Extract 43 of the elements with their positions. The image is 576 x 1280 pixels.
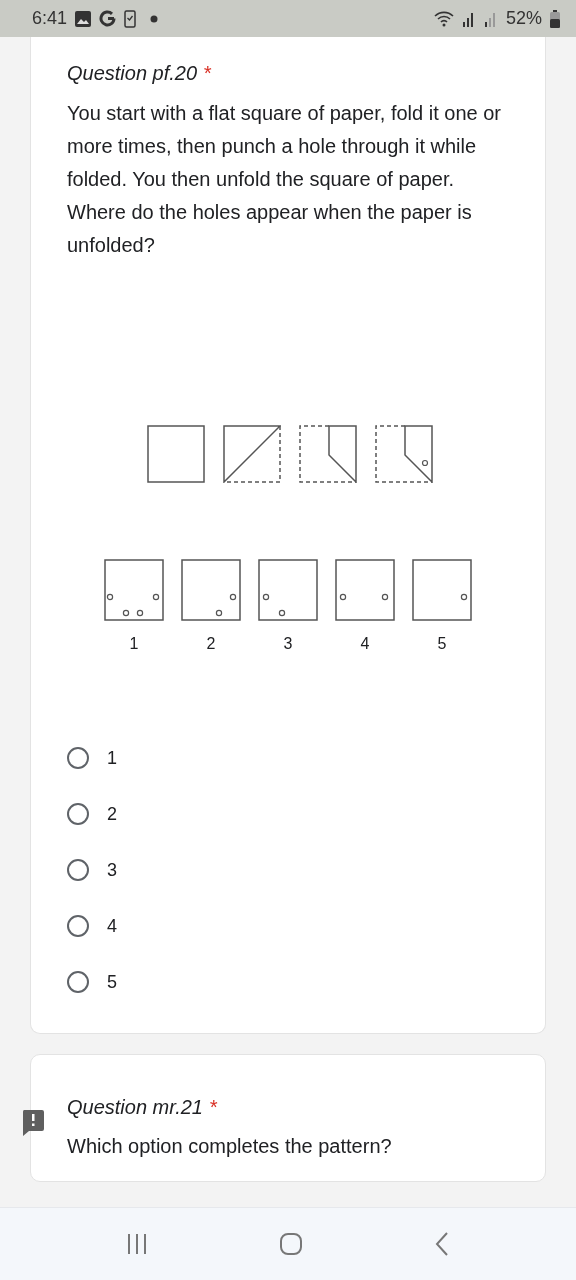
figure-label: 4 bbox=[360, 635, 370, 653]
figure-label: 3 bbox=[283, 635, 293, 653]
radio-circle[interactable] bbox=[67, 915, 89, 937]
wifi-icon bbox=[433, 10, 454, 27]
g-icon bbox=[99, 10, 117, 27]
answer-figure-icon bbox=[104, 559, 164, 621]
checklist-icon bbox=[124, 9, 137, 28]
answer-figure-icon bbox=[258, 559, 318, 621]
figure-label: 5 bbox=[437, 635, 447, 653]
radio-option[interactable]: 1 bbox=[67, 747, 509, 769]
question-title: Question mr.21 bbox=[67, 1096, 203, 1118]
signal-icon bbox=[483, 10, 498, 27]
figure-label: 2 bbox=[206, 635, 216, 653]
battery-icon bbox=[550, 9, 560, 28]
question-text: You start with a flat square of paper, fold it one or more times, then punch a hole through it while folded. You then unfold the square of paper. Where do the holes appear when the paper is unfolded? bbox=[67, 101, 502, 258]
question-title: Question pf.20 bbox=[67, 62, 198, 84]
figure-label: 1 bbox=[129, 635, 139, 653]
radio-circle[interactable] bbox=[67, 971, 89, 993]
battery-percentage: 52% bbox=[505, 8, 542, 29]
radio-circle[interactable] bbox=[67, 803, 89, 825]
radio-option[interactable]: 4 bbox=[67, 915, 509, 937]
answer-figure-icon bbox=[412, 559, 472, 621]
status-time: 6:41 bbox=[32, 8, 68, 29]
question-text: Which option completes the pattern? bbox=[67, 1134, 393, 1159]
required-mark: * bbox=[203, 62, 211, 84]
home-icon[interactable] bbox=[279, 1232, 303, 1256]
radio-option[interactable]: 5 bbox=[67, 971, 509, 993]
radio-circle[interactable] bbox=[67, 747, 89, 769]
answer-figure-icon bbox=[335, 559, 395, 621]
fold-diagram-icon bbox=[375, 425, 433, 483]
notification-dot-icon bbox=[150, 14, 159, 23]
radio-circle[interactable] bbox=[67, 859, 89, 881]
required-mark: * bbox=[209, 1096, 217, 1118]
gallery-icon bbox=[75, 10, 92, 27]
fold-diagram-icon bbox=[223, 425, 281, 483]
signal-icon bbox=[461, 10, 476, 27]
fold-diagram-icon bbox=[299, 425, 357, 483]
fold-diagram-icon bbox=[147, 425, 205, 483]
answer-figure-icon bbox=[181, 559, 241, 621]
back-icon[interactable] bbox=[434, 1231, 451, 1257]
recent-apps-icon[interactable] bbox=[125, 1232, 148, 1256]
radio-option[interactable]: 2 bbox=[67, 803, 509, 825]
radio-option[interactable]: 3 bbox=[67, 859, 509, 881]
